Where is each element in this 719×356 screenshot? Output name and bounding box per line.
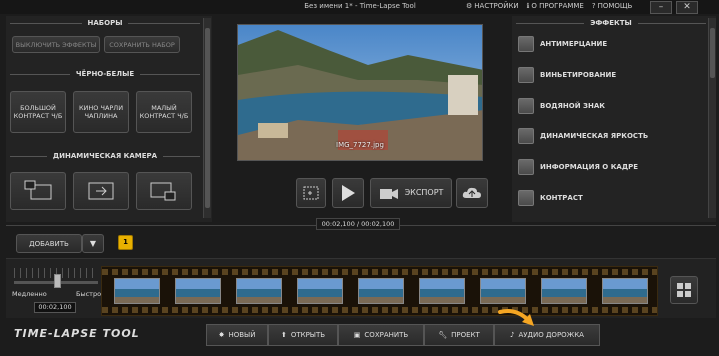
fast-label: Быстро: [76, 290, 102, 298]
effect-dynamic-brightness[interactable]: ДИНАМИЧЕСКАЯ ЯРКОСТЬ: [518, 128, 648, 144]
camera-zoom-out-button[interactable]: [10, 172, 66, 210]
open-button[interactable]: ⬆ ОТКРЫТЬ: [268, 324, 338, 346]
film-frame[interactable]: [114, 278, 160, 304]
video-preview: IMG_7727.jpg: [237, 24, 483, 161]
checkbox[interactable]: [518, 98, 534, 114]
checkbox[interactable]: [518, 128, 534, 144]
zoom-in-icon: [150, 182, 176, 201]
film-frame[interactable]: [541, 278, 587, 304]
pan-right-icon: [88, 182, 114, 200]
bw-chaplin-button[interactable]: КИНО ЧАРЛИ ЧАПЛИНА: [73, 91, 129, 133]
project-button[interactable]: 🔧︎ ПРОЕКТ: [424, 324, 494, 346]
close-button[interactable]: ✕: [676, 1, 698, 14]
add-button[interactable]: ДОБАВИТЬ: [16, 234, 82, 253]
film-frame[interactable]: [175, 278, 221, 304]
upload-button[interactable]: [456, 178, 488, 208]
disable-effects-button[interactable]: ВЫКЛЮЧИТЬ ЭФФЕКТЫ: [12, 36, 100, 53]
zoom-out-icon: [24, 180, 52, 200]
play-icon: [342, 185, 355, 201]
crop-icon: [303, 186, 319, 200]
left-scroll-thumb[interactable]: [205, 28, 210, 208]
checkbox[interactable]: [518, 159, 534, 175]
crop-button[interactable]: [296, 178, 326, 208]
window-title: Без имени 1* - Time-Lapse Tool: [304, 2, 416, 10]
effect-contrast[interactable]: КОНТРАСТ: [518, 190, 583, 206]
bw-heading: ЧЁРНО-БЕЛЫЕ: [10, 68, 200, 80]
new-icon: ✸: [218, 331, 225, 339]
export-button[interactable]: ЭКСПОРТ: [370, 178, 452, 208]
effect-vignette[interactable]: ВИНЬЕТИРОВАНИЕ: [518, 67, 616, 83]
save-button[interactable]: ▣ СОХРАНИТЬ: [338, 324, 424, 346]
orange-arrow-icon: [498, 309, 534, 326]
film-frame[interactable]: [480, 278, 526, 304]
minimize-icon: –: [658, 2, 664, 12]
chevron-down-icon: ▼: [89, 238, 97, 248]
help-link[interactable]: ? ПОМОЩЬ: [592, 2, 633, 10]
film-frame[interactable]: [236, 278, 282, 304]
film-holes-top: [102, 269, 657, 275]
app-logo: TIME-LAPSE TOOL: [14, 327, 140, 340]
left-scrollbar[interactable]: [203, 18, 211, 218]
top-menu: ⚙ НАСТРОЙКИ ℹО ПРОГРАММЕ ? ПОМОЩЬ: [466, 2, 632, 10]
camera-zoom-in-button[interactable]: [136, 172, 192, 210]
film-frame[interactable]: [419, 278, 465, 304]
track-number-badge[interactable]: 1: [118, 235, 133, 250]
cloud-upload-icon: [462, 187, 481, 198]
film-frame[interactable]: [358, 278, 404, 304]
preview-filename: IMG_7727.jpg: [336, 141, 384, 149]
effects-heading: ЭФФЕКТЫ: [516, 17, 706, 29]
close-icon: ✕: [683, 2, 691, 12]
help-icon: ?: [591, 2, 596, 10]
duration-field[interactable]: 00:02,100: [34, 302, 76, 313]
new-button[interactable]: ✸ НОВЫЙ: [206, 324, 268, 346]
time-display: 00:02,100 / 00:02,100: [316, 218, 400, 230]
film-strip[interactable]: [101, 266, 658, 316]
speed-slider-handle[interactable]: [54, 274, 61, 288]
film-frame[interactable]: [297, 278, 343, 304]
slow-label: Медленно: [12, 290, 47, 298]
film-holes-bottom: [102, 307, 657, 313]
wrench-icon: 🔧︎: [438, 331, 448, 339]
checkbox[interactable]: [518, 190, 534, 206]
camera-pan-button[interactable]: [73, 172, 129, 210]
bw-low-contrast-button[interactable]: МАЛЫЙ КОНТРАСТ Ч/Б: [136, 91, 192, 133]
dyncam-heading: ДИНАМИЧЕСКАЯ КАМЕРА: [10, 150, 200, 162]
add-dropdown-button[interactable]: ▼: [82, 234, 104, 253]
right-scroll-thumb[interactable]: [710, 28, 715, 78]
save-preset-button[interactable]: СОХРАНИТЬ НАБОР: [104, 36, 180, 53]
grid-icon: [677, 283, 691, 297]
settings-link[interactable]: ⚙ НАСТРОЙКИ: [466, 2, 519, 10]
minimize-button[interactable]: –: [650, 1, 672, 14]
effect-antiflicker[interactable]: АНТИМЕРЦАНИЕ: [518, 36, 607, 52]
about-link[interactable]: ℹО ПРОГРАММЕ: [527, 2, 584, 10]
checkbox[interactable]: [518, 36, 534, 52]
video-camera-icon: [379, 189, 398, 199]
floppy-icon: ▣: [353, 331, 361, 339]
presets-heading: НАБОРЫ: [10, 17, 200, 29]
checkbox[interactable]: [518, 67, 534, 83]
effect-frame-info[interactable]: ИНФОРМАЦИЯ О КАДРЕ: [518, 159, 638, 175]
film-frame[interactable]: [602, 278, 648, 304]
grid-view-button[interactable]: [670, 276, 698, 304]
gear-icon: ⚙: [466, 2, 473, 10]
effect-watermark[interactable]: ВОДЯНОЙ ЗНАК: [518, 98, 605, 114]
play-button[interactable]: [332, 178, 364, 208]
info-icon: ℹ: [526, 2, 530, 10]
bw-high-contrast-button[interactable]: БОЛЬШОЙ КОНТРАСТ Ч/Б: [10, 91, 66, 133]
right-scrollbar[interactable]: [708, 18, 716, 218]
upload-icon: ⬆: [280, 331, 287, 339]
